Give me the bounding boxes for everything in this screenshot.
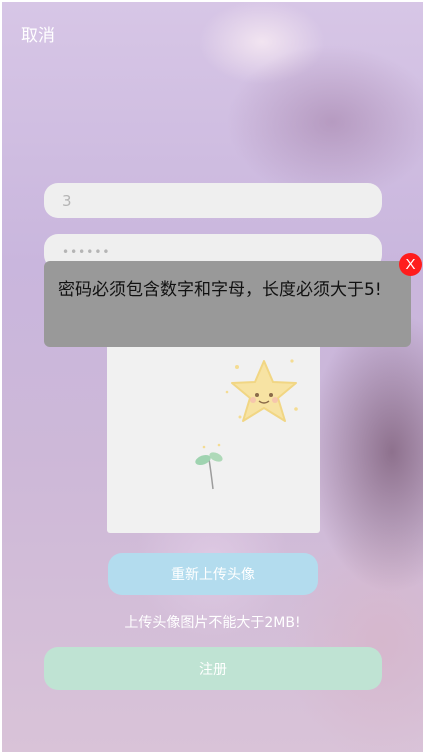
error-toast: 密码必须包含数字和字母，长度必须大于5! bbox=[44, 261, 411, 347]
avatar-illustration bbox=[195, 359, 298, 490]
username-input[interactable]: 3 bbox=[44, 183, 382, 218]
password-value: •••••• bbox=[62, 244, 111, 259]
reupload-avatar-button[interactable]: 重新上传头像 bbox=[108, 553, 318, 595]
star-icon bbox=[231, 360, 297, 422]
username-value: 3 bbox=[62, 191, 72, 210]
close-icon[interactable]: X bbox=[399, 253, 422, 276]
avatar-preview[interactable] bbox=[107, 337, 320, 533]
cancel-button[interactable]: 取消 bbox=[21, 21, 55, 46]
sprout-icon bbox=[195, 443, 223, 490]
register-button[interactable]: 注册 bbox=[44, 647, 382, 690]
upload-size-hint: 上传头像图片不能大于2MB! bbox=[124, 615, 301, 631]
toast-message: 密码必须包含数字和字母，长度必须大于5! bbox=[58, 280, 382, 300]
register-screen: 取消 3 •••••• 重新上传头像 上传头像图片不能大于2MB! 注册 密码必… bbox=[2, 2, 423, 752]
